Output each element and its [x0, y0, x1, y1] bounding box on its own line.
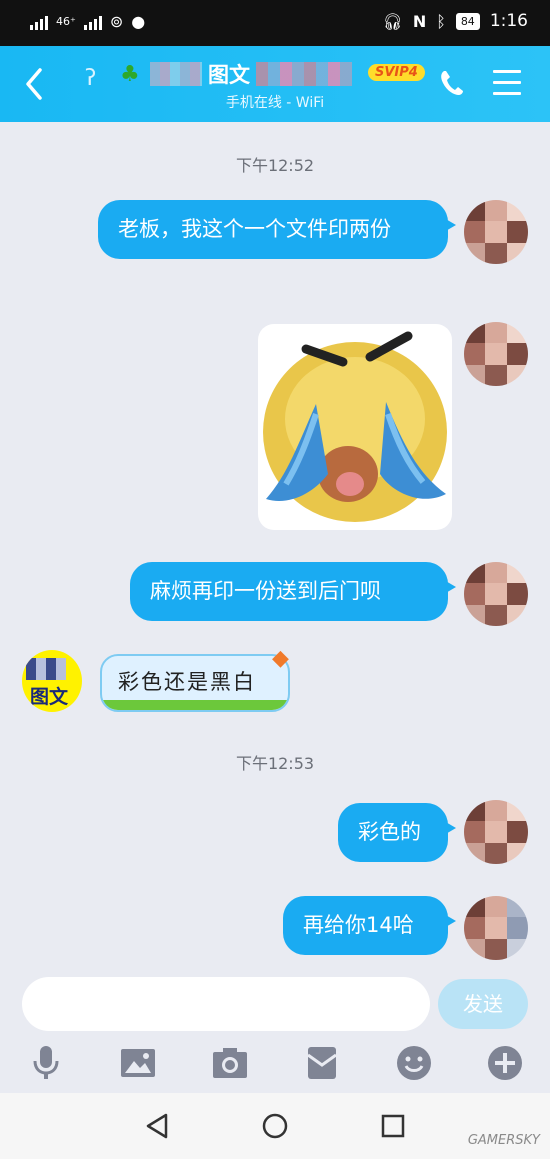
timestamp: 下午12:52: [235, 156, 315, 175]
composer-toolbar: [0, 1043, 550, 1093]
system-navigation-bar: GAMERSKY: [0, 1093, 550, 1159]
my-avatar[interactable]: [464, 322, 528, 386]
message-text: 再给你14哈: [303, 913, 414, 937]
camera-icon[interactable]: [210, 1043, 250, 1083]
ear-icon[interactable]: ʔ: [85, 66, 96, 91]
my-avatar[interactable]: [464, 896, 528, 960]
home-circle-icon[interactable]: [260, 1111, 290, 1141]
blurred-name-part: [150, 62, 202, 86]
signal-icon-2: [83, 14, 102, 30]
wechat-icon: ●: [131, 12, 146, 31]
my-avatar[interactable]: [464, 562, 528, 626]
send-button[interactable]: 发送: [438, 979, 528, 1029]
avatar-text: 图文: [30, 686, 69, 708]
menu-icon[interactable]: [493, 70, 521, 96]
timestamp: 下午12:53: [235, 754, 315, 773]
kite-icon: ◆: [272, 646, 289, 671]
battery-indicator: 84: [455, 12, 480, 30]
message-bubble[interactable]: 老板，我这个一个文件印两份: [98, 200, 456, 259]
my-avatar[interactable]: [464, 200, 528, 264]
status-bar: 46⁺ ⊚ ● 🎧︎ N ᛒ 84 1:16: [0, 0, 550, 46]
bubble-decoration: [102, 700, 288, 710]
contact-name-text: 图文: [208, 63, 250, 87]
blurred-name-part-2: [256, 62, 352, 86]
bluetooth-icon: ᛒ: [436, 11, 446, 31]
data-saver-icon: ⊚: [109, 12, 124, 31]
my-avatar[interactable]: [464, 800, 528, 864]
signal-icon: [30, 14, 48, 30]
message-text: 麻烦再印一份送到后门呗: [150, 579, 381, 603]
message-bubble[interactable]: 麻烦再印一份送到后门呗: [130, 562, 456, 621]
network-type: 46⁺: [56, 15, 76, 28]
online-status: 手机在线 - WiFi: [225, 95, 325, 111]
message-input[interactable]: [22, 977, 430, 1031]
contact-avatar[interactable]: 图文: [22, 650, 82, 712]
message-text: 彩色还是黑白: [118, 670, 256, 694]
message-bubble[interactable]: 彩色的: [338, 803, 456, 862]
contact-name[interactable]: 图文: [150, 60, 352, 88]
crying-face-icon: [263, 331, 447, 522]
recents-square-icon[interactable]: [378, 1111, 408, 1141]
watermark: GAMERSKY: [467, 1133, 540, 1148]
clock: 1:16: [489, 11, 528, 31]
nfc-icon: N: [412, 11, 427, 31]
microphone-icon[interactable]: [26, 1043, 66, 1083]
leaf-icon: ♣: [120, 62, 140, 87]
emoji-icon[interactable]: [394, 1043, 434, 1083]
plus-icon[interactable]: [485, 1043, 525, 1083]
image-icon[interactable]: [118, 1043, 158, 1083]
crying-face-sticker[interactable]: [258, 324, 452, 530]
chat-header: ʔ ♣ 图文 SVIP4 手机在线 - WiFi: [0, 46, 550, 122]
back-triangle-icon[interactable]: [142, 1111, 172, 1141]
incoming-message-bubble[interactable]: 彩色还是黑白: [100, 654, 290, 712]
blurred-avatar-part: [26, 658, 66, 680]
svip-badge: SVIP4: [368, 64, 425, 81]
red-packet-icon[interactable]: [302, 1043, 342, 1083]
composer: 发送: [0, 967, 550, 1043]
message-text: 彩色的: [358, 820, 421, 844]
headset-icon: 🎧︎: [382, 11, 403, 31]
phone-icon[interactable]: [438, 68, 466, 98]
message-bubble[interactable]: 再给你14哈: [283, 896, 456, 955]
message-text: 老板，我这个一个文件印两份: [118, 217, 391, 241]
